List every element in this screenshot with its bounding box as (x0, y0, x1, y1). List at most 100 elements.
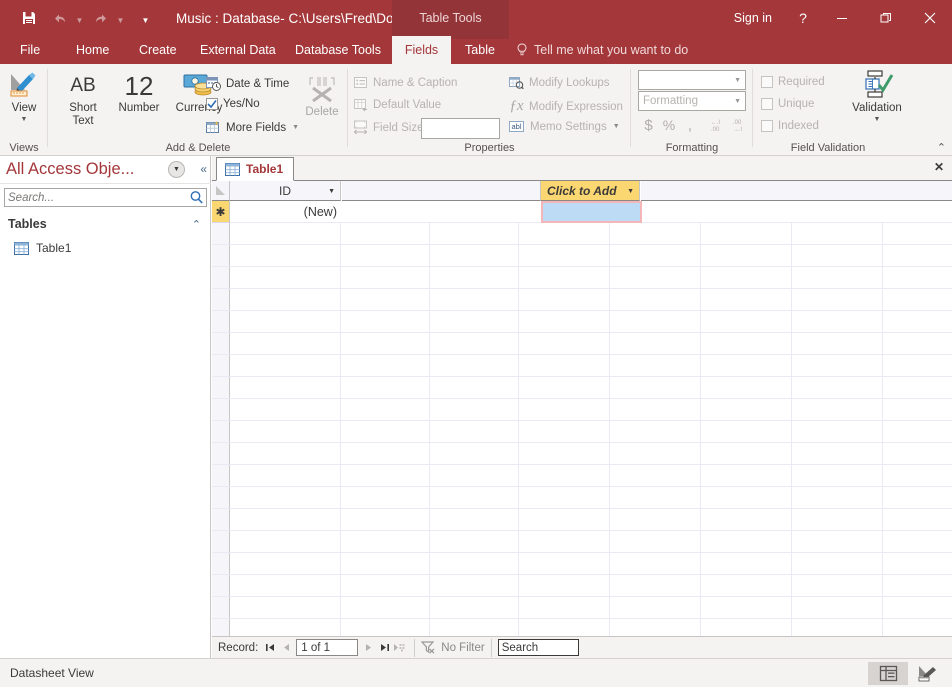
yes-no-icon (206, 98, 218, 110)
delete-label: Delete (305, 106, 338, 119)
close-document-button[interactable]: ✕ (934, 160, 944, 174)
format-caret-icon[interactable]: ▼ (734, 98, 741, 105)
nav-group-tables[interactable]: Tables ⌃ (0, 212, 211, 236)
view-shortcut-buttons (868, 662, 948, 685)
format-buttons-row: $ % , ←.0 .00 .00 →.0 (639, 114, 747, 136)
format-value: Formatting (643, 95, 698, 107)
close-button[interactable] (908, 0, 952, 36)
redo-dropdown-icon[interactable]: ▼ (115, 5, 126, 31)
titlebar-right-controls: Sign in ? (720, 0, 952, 36)
increase-decimals-button[interactable]: .00 →.0 (722, 117, 744, 133)
more-fields-button[interactable]: More Fields ▼ (206, 120, 299, 135)
tab-home[interactable]: Home (66, 36, 119, 64)
chevron-up-icon[interactable]: ⌃ (192, 218, 201, 231)
more-fields-icon (206, 120, 221, 135)
field-size-input[interactable] (421, 118, 500, 139)
more-fields-label: More Fields (226, 122, 286, 134)
delete-icon (305, 74, 339, 104)
lightbulb-icon (516, 43, 528, 57)
indexed-label: Indexed (778, 120, 819, 132)
delete-button: Delete (296, 74, 348, 119)
first-record-button[interactable] (262, 638, 278, 658)
date-time-button[interactable]: Date & Time (206, 76, 289, 91)
undo-icon[interactable] (44, 5, 74, 31)
currency-format-button[interactable]: $ (639, 117, 658, 134)
datasheet-header-row: ID ▼ Click to Add ▼ (212, 181, 952, 201)
new-row-background (341, 201, 952, 223)
tab-database-tools[interactable]: Database Tools (285, 36, 391, 64)
navigation-search-placeholder: Search... (8, 192, 54, 204)
unique-checkbox (761, 98, 773, 110)
design-view-button[interactable] (908, 662, 948, 685)
validation-dropdown-icon[interactable]: ▼ (874, 116, 881, 124)
collapse-navigation-pane-icon[interactable]: « (200, 162, 207, 176)
tab-table[interactable]: Table (455, 36, 505, 64)
collapse-ribbon-button[interactable]: ⌃ (937, 141, 946, 154)
record-search-input[interactable]: Search (498, 639, 579, 656)
validation-button[interactable]: Validation ▼ (844, 70, 910, 124)
chevron-down-icon[interactable]: ▼ (328, 188, 335, 195)
short-text-icon: AB (70, 72, 95, 100)
tell-me-search[interactable]: Tell me what you want to do (516, 36, 688, 64)
navigation-search-box[interactable]: Search... (4, 188, 207, 207)
yes-no-button[interactable]: Yes/No (206, 98, 260, 110)
data-type-combo[interactable]: ▼ (638, 70, 746, 90)
tab-external-data[interactable]: External Data (190, 36, 286, 64)
document-tab-strip: Table1 ✕ (212, 156, 952, 181)
data-type-caret-icon[interactable]: ▼ (734, 77, 741, 84)
view-button[interactable]: View ▼ (5, 70, 43, 124)
status-bar: Datasheet View (0, 658, 952, 687)
name-caption-label: Name & Caption (373, 77, 457, 89)
record-position-input[interactable]: 1 of 1 (296, 639, 358, 656)
document-tab-table1[interactable]: Table1 (216, 157, 294, 181)
view-dropdown-icon[interactable]: ▼ (21, 116, 28, 124)
more-fields-caret-icon[interactable]: ▼ (292, 124, 299, 131)
name-caption-icon (354, 76, 368, 90)
field-size-label: Field Size (373, 122, 424, 134)
filter-status[interactable]: No Filter (421, 641, 484, 654)
search-icon[interactable] (189, 190, 204, 205)
memo-settings-button: abl Memo Settings ▼ (509, 120, 620, 133)
ribbon-group-formatting: ▼ Formatting ▼ $ % , ←.0 .00 .00 (631, 64, 753, 156)
indexed-checkbox (761, 120, 773, 132)
tab-fields[interactable]: Fields (392, 36, 451, 64)
memo-settings-label: Memo Settings (530, 121, 607, 133)
tab-create[interactable]: Create (129, 36, 187, 64)
chevron-down-icon[interactable]: ▼ (627, 188, 634, 195)
svg-text:←.0: ←.0 (711, 120, 720, 126)
undo-dropdown-icon[interactable]: ▼ (74, 5, 85, 31)
datasheet-view-button[interactable] (868, 662, 908, 685)
new-record-button[interactable] (392, 638, 408, 658)
sign-in-button[interactable]: Sign in (720, 0, 786, 36)
field-size-icon (354, 120, 368, 135)
nav-group-label: Tables (8, 217, 47, 231)
last-record-button[interactable] (376, 638, 392, 658)
previous-record-button[interactable] (278, 638, 294, 658)
navigation-pane-dropdown-icon[interactable]: ▼ (168, 161, 185, 178)
select-all-corner[interactable] (212, 181, 230, 201)
decrease-decimals-button[interactable]: ←.0 .00 (700, 117, 722, 133)
column-header-id[interactable]: ID ▼ (230, 181, 341, 201)
nav-item-table1[interactable]: Table1 (0, 238, 211, 258)
format-combo[interactable]: Formatting ▼ (638, 91, 746, 111)
document-area: Table1 ✕ (212, 156, 952, 658)
short-text-button[interactable]: AB Short Text (58, 72, 108, 128)
cell-click-to-add-selected[interactable] (541, 201, 642, 223)
column-header-click-to-add[interactable]: Click to Add ▼ (541, 181, 640, 201)
memo-settings-icon: abl (509, 120, 525, 133)
restore-button[interactable] (864, 0, 908, 36)
help-icon[interactable]: ? (786, 0, 820, 36)
percent-format-button[interactable]: % (658, 117, 680, 133)
customize-qat-icon[interactable]: ▼ (140, 5, 151, 31)
row-selector-new[interactable]: ✱ (212, 201, 230, 223)
next-record-button[interactable] (360, 638, 376, 658)
number-button[interactable]: 12 Number (110, 72, 168, 115)
cell-id-new[interactable]: (New) (230, 201, 341, 223)
default-value-label: Default Value (373, 99, 441, 111)
required-checkbox-item: Required (761, 76, 825, 88)
save-icon[interactable] (14, 5, 44, 31)
minimize-button[interactable] (820, 0, 864, 36)
tab-file[interactable]: File (10, 36, 50, 64)
comma-format-button[interactable]: , (680, 117, 700, 134)
redo-icon[interactable] (85, 5, 115, 31)
